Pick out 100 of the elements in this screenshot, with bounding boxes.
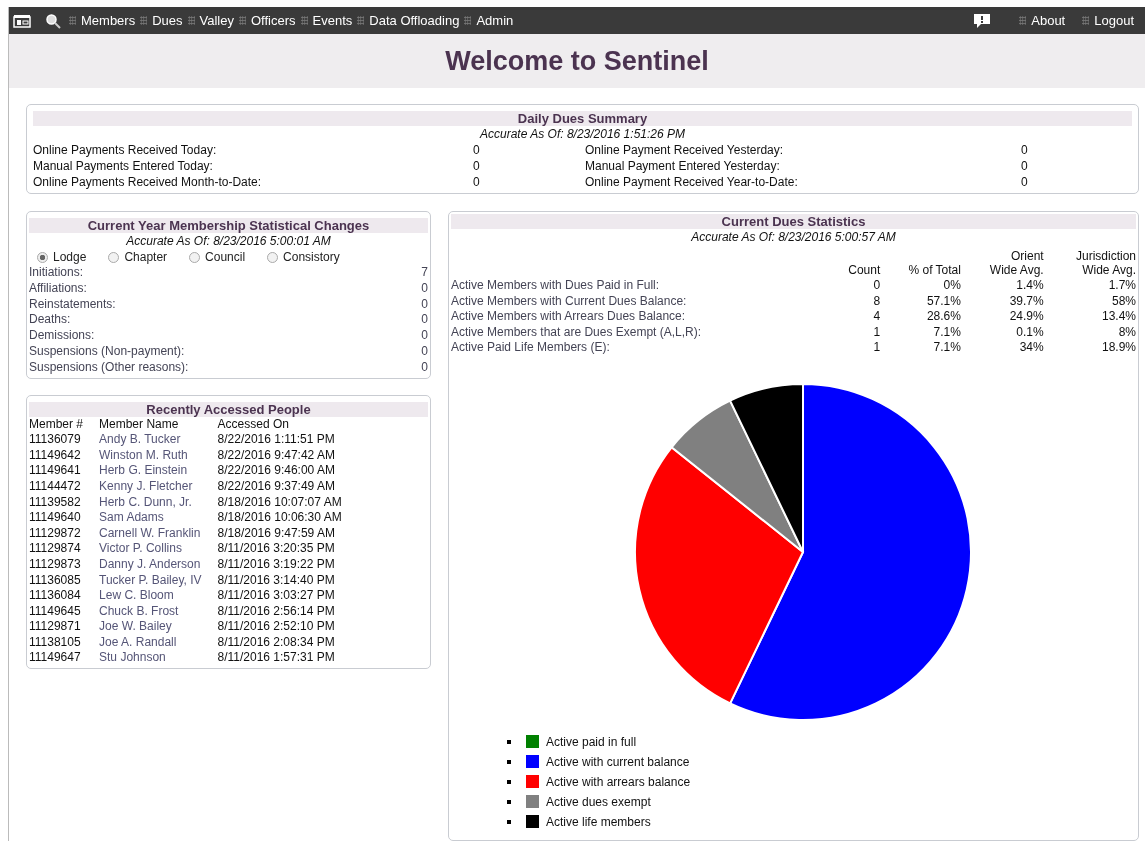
person-link[interactable]: Herb G. Einstein bbox=[99, 463, 218, 479]
stat-value: 0 bbox=[421, 344, 428, 360]
panel-title: Recently Accessed People bbox=[29, 401, 428, 417]
stat-label: Suspensions (Non-payment): bbox=[29, 344, 185, 360]
grip-icon bbox=[187, 16, 195, 25]
nav-link[interactable]: Admin bbox=[476, 13, 514, 28]
grip-icon bbox=[140, 16, 148, 25]
person-link[interactable]: Chuck B. Frost bbox=[99, 603, 218, 620]
search-icon[interactable] bbox=[45, 12, 61, 29]
nav-link[interactable]: Dues bbox=[152, 13, 183, 28]
table-cell-text: 11139582 bbox=[29, 494, 82, 511]
table-cell: 24.9% bbox=[960, 309, 1044, 325]
table-cell: 1.7% bbox=[1043, 278, 1136, 294]
accurate-note: Accurate As Of: 8/23/2016 5:00:01 AM bbox=[125, 233, 332, 249]
person-link[interactable]: Andy B. Tucker bbox=[99, 432, 218, 448]
calendar-icon[interactable] bbox=[13, 13, 31, 28]
table-cell-text: 11129873 bbox=[29, 556, 82, 573]
column-header: Member # bbox=[29, 416, 100, 433]
table-cell: 34% bbox=[960, 340, 1044, 356]
stat-label: Manual Payments Entered Today: bbox=[33, 158, 214, 174]
column-header: Count bbox=[847, 262, 881, 278]
accurate-note: Accurate As Of: 8/23/2016 5:00:57 AM bbox=[690, 229, 897, 245]
table-cell-text: 1 bbox=[872, 340, 881, 356]
panel-title: Daily Dues Summary bbox=[33, 111, 1132, 126]
table-cell-text: 4 bbox=[872, 309, 881, 325]
nav-link[interactable]: About bbox=[1031, 13, 1066, 28]
table-cell-text: 8/11/2016 3:20:35 PM bbox=[217, 541, 336, 557]
person-link[interactable]: Victor P. Collins bbox=[99, 541, 218, 557]
table-cell-text: 8/11/2016 3:03:27 PM bbox=[217, 588, 336, 604]
table-cell: 11129871 bbox=[29, 619, 100, 635]
stat-label: Deaths: bbox=[29, 312, 71, 329]
table-cell: 57.1% bbox=[880, 293, 961, 310]
stat-value: 0 bbox=[421, 328, 428, 344]
person-link[interactable]: Kenny J. Fletcher bbox=[99, 478, 218, 495]
table-cell: 0.1% bbox=[960, 324, 1044, 341]
person-link[interactable]: Sam Adams bbox=[99, 510, 218, 526]
nav-link[interactable]: Valley bbox=[199, 13, 234, 28]
grip-icon bbox=[464, 16, 472, 25]
table-cell: 58% bbox=[1043, 293, 1136, 310]
nav-link[interactable]: Events bbox=[312, 13, 353, 28]
person-link[interactable]: Winston M. Ruth bbox=[99, 447, 218, 464]
legend-label: Active dues exempt bbox=[546, 794, 651, 809]
nav-link[interactable]: Members bbox=[81, 13, 136, 28]
stat-label: Demissions: bbox=[29, 328, 95, 344]
accurate-note: Accurate As Of: 8/23/2016 1:51:26 PM bbox=[478, 126, 686, 142]
nav-link[interactable]: Data Offloading bbox=[369, 13, 460, 28]
person-link[interactable]: Stu Johnson bbox=[99, 650, 218, 667]
legend-label: Active with current balance bbox=[546, 754, 690, 769]
table-cell-text: 11144472 bbox=[29, 478, 82, 495]
table-cell-text: 0 bbox=[872, 278, 881, 294]
nav-link[interactable]: Officers bbox=[251, 13, 296, 28]
radio-option[interactable]: Chapter bbox=[108, 249, 168, 265]
table-cell-text: 8/22/2016 1:11:51 PM bbox=[217, 432, 336, 448]
row-label: Active Members that are Dues Exempt (A,L,R): bbox=[451, 324, 703, 341]
person-link[interactable]: Danny J. Anderson bbox=[99, 556, 218, 573]
person-link[interactable]: Carnell W. Franklin bbox=[99, 525, 218, 542]
table-cell: 13.4% bbox=[1043, 309, 1136, 325]
table-cell: 11129874 bbox=[29, 541, 100, 557]
stat-label: Initiations: bbox=[29, 265, 84, 281]
nav-link[interactable]: Logout bbox=[1094, 13, 1134, 28]
radio-option[interactable]: Consistory bbox=[267, 249, 340, 265]
grip-icon bbox=[239, 16, 246, 25]
table-cell: 8% bbox=[1043, 324, 1136, 341]
row-label: Active Members with Dues Paid in Full: bbox=[451, 278, 661, 294]
table-cell: 11149645 bbox=[29, 603, 100, 620]
stat-label: Suspensions (Other reasons): bbox=[29, 359, 189, 376]
stat-value: 0 bbox=[421, 312, 428, 329]
person-link[interactable]: Joe W. Bailey bbox=[99, 619, 218, 635]
column-header: Orient Wide Avg. bbox=[960, 249, 1044, 278]
person-link[interactable]: Tucker P. Bailey, IV bbox=[99, 572, 218, 589]
table-cell-text: 8/11/2016 1:57:31 PM bbox=[217, 650, 336, 667]
bullet-icon bbox=[507, 779, 511, 784]
legend-label: Active life members bbox=[546, 814, 651, 829]
person-link[interactable]: Herb C. Dunn, Jr. bbox=[99, 494, 218, 511]
stat-value: 0 bbox=[1020, 158, 1029, 174]
row-label: Active Paid Life Members (E): bbox=[451, 340, 611, 356]
person-link[interactable]: Joe A. Randall bbox=[99, 634, 218, 651]
stat-value: 0 bbox=[472, 142, 481, 158]
stat-label: Online Payments Received Month-to-Date: bbox=[33, 174, 263, 190]
stat-value: 0 bbox=[1020, 174, 1029, 190]
stat-label: Online Payments Received Today: bbox=[33, 142, 218, 158]
table-cell: 7.1% bbox=[880, 324, 961, 341]
legend-label: Active paid in full bbox=[546, 734, 637, 749]
stat-value: 0 bbox=[472, 174, 481, 190]
page-title: Welcome to Sentinel bbox=[445, 45, 709, 77]
radio-option[interactable]: Council bbox=[189, 249, 246, 265]
legend-label: Active with arrears balance bbox=[546, 774, 691, 789]
table-cell: 11149640 bbox=[29, 510, 100, 526]
stat-value: 0 bbox=[472, 158, 481, 174]
table-cell-text: 8/18/2016 9:47:59 AM bbox=[217, 525, 336, 542]
radio-option[interactable]: Lodge bbox=[37, 249, 87, 265]
person-link[interactable]: Lew C. Bloom bbox=[99, 588, 218, 604]
stat-value: 0 bbox=[421, 296, 428, 313]
bullet-icon bbox=[507, 739, 511, 744]
column-header: Accessed On bbox=[217, 416, 289, 433]
table-cell-text: 8/11/2016 2:08:34 PM bbox=[217, 634, 336, 651]
feedback-icon[interactable] bbox=[973, 12, 992, 29]
table-cell: 39.7% bbox=[960, 293, 1044, 310]
bullet-icon bbox=[507, 799, 511, 804]
table-cell-text: 8/11/2016 3:14:40 PM bbox=[217, 572, 336, 589]
